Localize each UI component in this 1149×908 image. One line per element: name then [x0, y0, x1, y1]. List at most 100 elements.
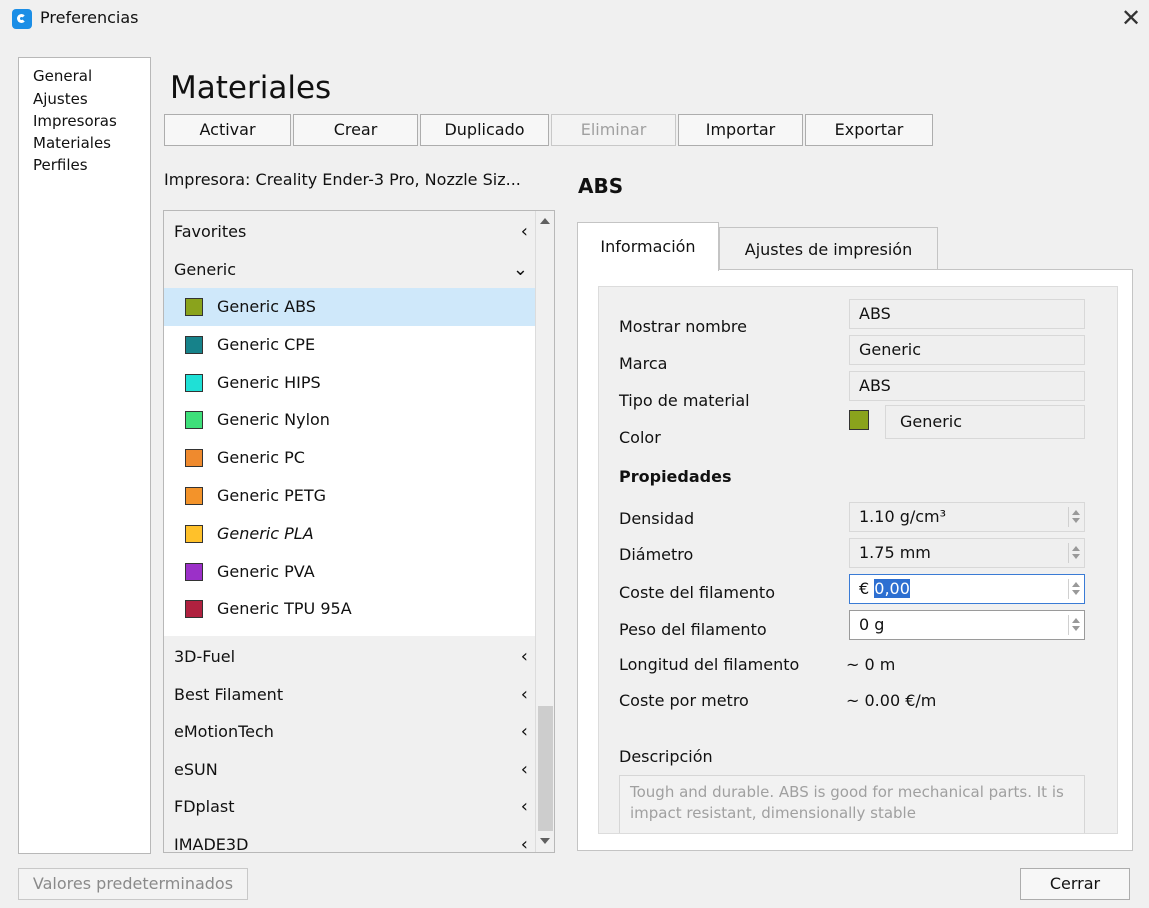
tab-print-settings[interactable]: Ajustes de impresión — [719, 227, 938, 270]
nav-item-ajustes[interactable]: Ajustes — [33, 89, 88, 109]
material-item[interactable]: Generic PVA — [164, 553, 536, 591]
chevron-down-icon: ⌄ — [512, 259, 528, 280]
category-label: IMADE3D — [174, 834, 249, 853]
nav-item-materiales[interactable]: Materiales — [33, 133, 111, 153]
filament-cost-label: Coste del filamento — [619, 583, 775, 602]
filament-weight-label: Peso del filamento — [619, 620, 767, 639]
page-title: Materiales — [170, 70, 332, 106]
category-favorites[interactable]: Favorites ‹ — [164, 213, 534, 250]
chevron-left-icon: ‹ — [520, 683, 528, 705]
export-button[interactable]: Exportar — [805, 114, 933, 146]
scrollbar-thumb[interactable] — [538, 706, 553, 831]
tab-information[interactable]: Información — [577, 222, 719, 271]
filament-cost-value[interactable]: 0,00 — [874, 579, 910, 598]
color-swatch-icon — [185, 600, 203, 619]
diameter-label: Diámetro — [619, 545, 694, 564]
color-name-field[interactable]: Generic — [885, 405, 1085, 439]
information-scroll-area: Mostrar nombre ABS Marca Generic Tipo de… — [598, 286, 1118, 834]
color-swatch-icon — [185, 373, 203, 392]
filament-weight-stepper-icon[interactable] — [1068, 615, 1081, 635]
material-item-label: Generic CPE — [217, 334, 316, 354]
create-button[interactable]: Crear — [293, 114, 418, 146]
material-item-label: Generic PVA — [217, 561, 315, 581]
category-item[interactable]: IMADE3D ‹ — [164, 826, 534, 853]
material-item[interactable]: Generic PC — [164, 439, 536, 477]
material-item[interactable]: Generic HIPS — [164, 364, 536, 402]
category-item[interactable]: FDplast ‹ — [164, 788, 534, 825]
filament-cost-spinbox[interactable]: € 0,00 — [849, 574, 1085, 604]
material-item[interactable]: Generic CPE — [164, 326, 536, 364]
color-swatch[interactable] — [849, 410, 869, 430]
brand-field[interactable]: Generic — [849, 335, 1085, 365]
scroll-up-icon[interactable] — [540, 218, 550, 224]
category-label: eSUN — [174, 759, 218, 779]
chevron-left-icon: ‹ — [520, 833, 528, 853]
density-spinbox[interactable]: 1.10 g/cm³ — [849, 502, 1085, 532]
color-swatch-icon — [185, 411, 203, 430]
category-item[interactable]: eMotionTech ‹ — [164, 713, 534, 750]
activate-button[interactable]: Activar — [164, 114, 291, 146]
density-label: Densidad — [619, 509, 695, 528]
material-item[interactable]: Generic PLA — [164, 515, 536, 553]
material-item-label: Generic PLA — [217, 523, 314, 543]
material-type-label: Tipo de material — [619, 391, 750, 410]
duplicate-button[interactable]: Duplicado — [420, 114, 549, 146]
preferences-nav: General Ajustes Impresoras Materiales Pe… — [18, 57, 151, 854]
material-item[interactable]: Generic PETG — [164, 477, 536, 515]
material-item-label: Generic PC — [217, 448, 305, 468]
description-label: Descripción — [619, 747, 713, 766]
list-scrollbar[interactable] — [535, 211, 554, 852]
filament-cost-stepper-icon[interactable] — [1068, 579, 1081, 599]
color-swatch-icon — [185, 335, 203, 354]
scroll-down-icon[interactable] — [540, 838, 550, 844]
defaults-button[interactable]: Valores predeterminados — [18, 868, 248, 900]
detail-scrollbar[interactable] — [1117, 287, 1118, 833]
material-item-label: Generic HIPS — [217, 372, 321, 392]
color-swatch-icon — [185, 562, 203, 581]
app-logo-icon — [12, 9, 32, 29]
material-item-label: Generic TPU 95A — [217, 599, 352, 619]
material-item-label: Generic ABS — [217, 297, 316, 316]
printer-label: Impresora: Creality Ender-3 Pro, Nozzle … — [164, 170, 521, 189]
filament-weight-spinbox[interactable]: 0 g — [849, 610, 1085, 640]
category-item[interactable]: 3D-Fuel ‹ — [164, 638, 534, 675]
close-button[interactable]: Cerrar — [1020, 868, 1130, 900]
diameter-stepper-icon[interactable] — [1068, 543, 1081, 563]
nav-item-general[interactable]: General — [33, 66, 92, 86]
delete-button[interactable]: Eliminar — [551, 114, 676, 146]
category-item[interactable]: eSUN ‹ — [164, 751, 534, 788]
material-detail-panel: Mostrar nombre ABS Marca Generic Tipo de… — [577, 269, 1133, 851]
color-label: Color — [619, 428, 661, 447]
generic-materials-group: Generic ABS Generic CPE Generic HIPS Generi… — [164, 288, 536, 636]
filament-weight-value: 0 g — [859, 615, 885, 634]
category-label: Favorites — [174, 222, 247, 241]
color-swatch-icon — [185, 524, 203, 543]
category-label: Generic — [174, 260, 237, 279]
material-item[interactable]: Generic TPU 95A — [164, 590, 536, 628]
cost-per-meter-value: ~ 0.00 €/m — [846, 691, 937, 710]
material-item[interactable]: Generic ABS — [164, 288, 536, 326]
chevron-left-icon: ‹ — [520, 796, 528, 817]
diameter-value: 1.75 mm — [859, 543, 931, 562]
density-value: 1.10 g/cm³ — [859, 507, 947, 526]
diameter-spinbox[interactable]: 1.75 mm — [849, 538, 1085, 568]
nav-item-perfiles[interactable]: Perfiles — [33, 155, 88, 175]
display-name-field[interactable]: ABS — [849, 299, 1085, 329]
chevron-left-icon: ‹ — [520, 721, 528, 742]
category-generic[interactable]: Generic ⌄ — [164, 251, 534, 288]
color-swatch-icon — [185, 487, 203, 505]
import-button[interactable]: Importar — [678, 114, 803, 146]
category-item[interactable]: Best Filament ‹ — [164, 676, 534, 713]
material-item[interactable]: Generic Nylon — [164, 401, 536, 439]
close-icon[interactable]: ✕ — [1121, 4, 1141, 32]
filament-length-label: Longitud del filamento — [619, 655, 800, 674]
properties-heading: Propiedades — [619, 467, 732, 486]
color-swatch-icon — [185, 449, 203, 468]
category-label: 3D-Fuel — [174, 647, 236, 666]
nav-item-impresoras[interactable]: Impresoras — [33, 111, 117, 131]
brand-label: Marca — [619, 354, 668, 373]
description-textarea[interactable]: Tough and durable. ABS is good for mecha… — [619, 775, 1085, 833]
density-stepper-icon[interactable] — [1068, 507, 1081, 527]
material-type-field[interactable]: ABS — [849, 371, 1085, 401]
material-item-label: Generic PETG — [217, 486, 327, 505]
